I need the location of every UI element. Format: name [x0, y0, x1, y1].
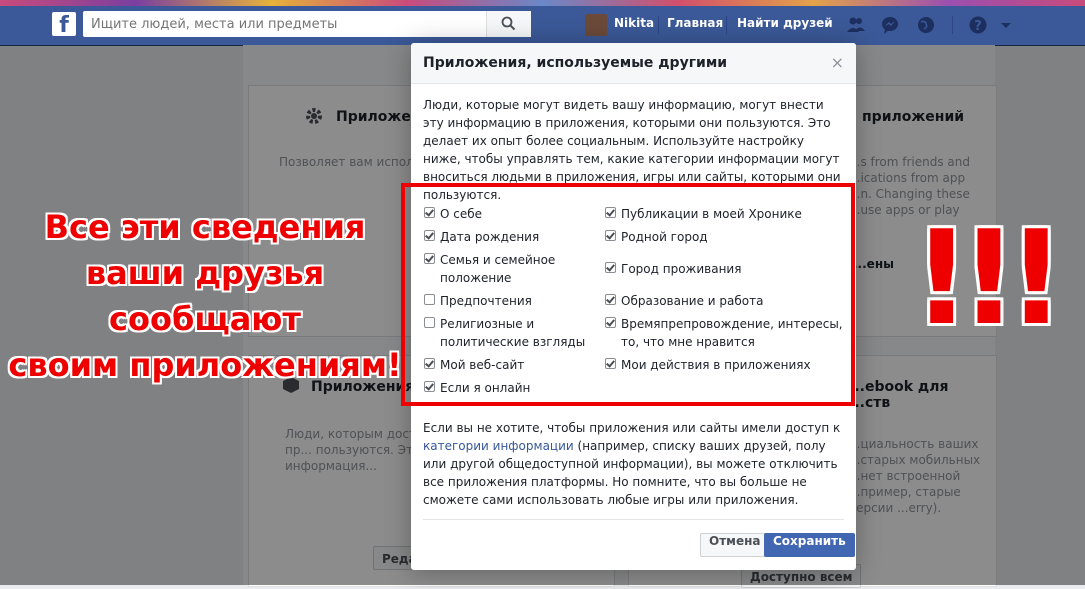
facebook-logo-icon[interactable]: f [52, 12, 76, 36]
annotation-caption: Все эти сведения ваши друзья сообщают св… [5, 204, 405, 388]
cancel-button[interactable]: Отмена [700, 533, 770, 557]
dialog-title: Приложения, используемые другими [423, 55, 728, 71]
messages-icon[interactable] [880, 15, 900, 35]
search-input[interactable] [89, 11, 493, 37]
search-button[interactable] [486, 11, 531, 37]
friend-requests-icon[interactable] [846, 15, 866, 35]
profile-link[interactable]: Nikita [614, 16, 654, 30]
dialog-header: Приложения, используемые другими × [411, 43, 856, 84]
chevron-down-icon[interactable] [1000, 15, 1012, 35]
caption-line: своим приложениям! [8, 346, 402, 384]
dialog-note: Если вы не хотите, чтобы приложения или … [423, 419, 848, 509]
top-navigation-bar: f Nikita Главная Найти друзей ? [0, 6, 1085, 46]
nav-divider [658, 16, 659, 34]
note-text: Если вы не хотите, чтобы приложения или … [423, 421, 841, 435]
search-box [83, 11, 531, 37]
save-button[interactable]: Сохранить [764, 533, 855, 557]
exclamation-marks: !!! [912, 202, 1066, 354]
nav-divider [726, 16, 727, 34]
find-friends-link[interactable]: Найти друзей [737, 16, 833, 30]
divider [423, 519, 844, 520]
caption-line: ваши друзья сообщают [85, 254, 325, 338]
svg-text:?: ? [974, 19, 982, 34]
help-icon[interactable]: ? [968, 15, 988, 35]
avatar[interactable] [585, 14, 607, 36]
notifications-globe-icon[interactable] [916, 15, 936, 35]
nav-divider [952, 16, 953, 34]
search-icon [501, 16, 516, 31]
highlight-frame [401, 183, 855, 406]
close-icon[interactable]: × [831, 53, 844, 72]
home-link[interactable]: Главная [667, 16, 723, 30]
info-categories-link[interactable]: категории информации [423, 439, 574, 453]
caption-line: Все эти сведения [44, 208, 366, 246]
